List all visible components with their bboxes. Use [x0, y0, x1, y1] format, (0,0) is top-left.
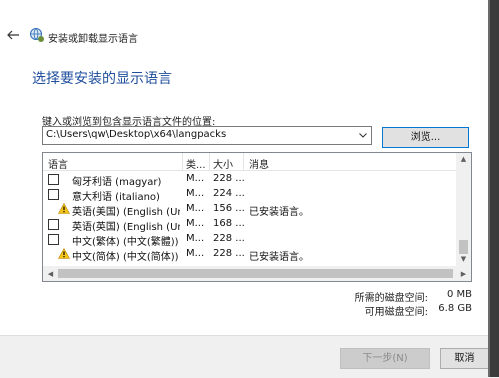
- vertical-scroll-thumb[interactable]: [459, 240, 468, 254]
- scroll-down-icon[interactable]: ▼: [456, 253, 471, 265]
- row-language: 匈牙利语 (magyar): [72, 177, 162, 188]
- language-list[interactable]: 语言 类... 大小 消息 匈牙利语 (magyar) M... 228 ...…: [42, 152, 472, 282]
- row-size: 228 ...: [213, 173, 245, 184]
- globe-language-icon: [29, 27, 45, 43]
- row-language: 英语(美国) (English (Un...: [72, 207, 180, 218]
- scroll-up-icon[interactable]: ▲: [456, 153, 471, 165]
- row-size: 224 ...: [213, 188, 245, 199]
- back-arrow-icon[interactable]: [6, 28, 22, 44]
- row-checkbox[interactable]: [48, 219, 59, 230]
- row-type: M...: [186, 218, 205, 229]
- scroll-left-icon[interactable]: ◀: [43, 268, 58, 280]
- list-header: 语言 类... 大小 消息: [43, 153, 456, 171]
- available-space-label: 可用磁盘空间:: [364, 307, 428, 318]
- list-item[interactable]: 中文(简体) (中文(简体)) M... 228 ... 已安装语言。: [43, 247, 456, 263]
- list-item[interactable]: 匈牙利语 (magyar) M... 228 ...: [43, 172, 456, 188]
- column-divider[interactable]: [209, 153, 210, 170]
- row-language: 意大利语 (italiano): [72, 192, 160, 203]
- page-title: 选择要安装的显示语言: [32, 71, 172, 87]
- column-size[interactable]: 大小: [213, 156, 233, 171]
- row-checkbox[interactable]: [48, 189, 59, 200]
- row-message: 已安装语言。: [249, 252, 309, 263]
- available-space-value: 6.8 GB: [438, 303, 472, 314]
- required-space-label: 所需的磁盘空间:: [354, 293, 428, 304]
- row-size: 156 ...: [213, 203, 245, 214]
- required-space-value: 0 MB: [446, 289, 472, 300]
- vertical-scrollbar[interactable]: ▲ ▼: [456, 153, 471, 266]
- row-checkbox[interactable]: [48, 174, 59, 185]
- horizontal-scrollbar[interactable]: ◀ ▶: [43, 266, 471, 281]
- next-button[interactable]: 下一步(N): [340, 348, 430, 369]
- list-item[interactable]: 英语(美国) (English (Un... M... 156 ... 已安装语…: [43, 202, 456, 218]
- row-type: M...: [186, 203, 205, 214]
- browse-button[interactable]: 浏览...: [382, 127, 469, 148]
- row-language: 英语(英国) (English (Un...: [72, 222, 180, 233]
- list-item[interactable]: 意大利语 (italiano) M... 224 ...: [43, 187, 456, 203]
- horizontal-scroll-thumb[interactable]: [58, 269, 453, 278]
- row-type: M...: [186, 248, 205, 259]
- window-edge-shadow: [490, 0, 499, 377]
- row-checkbox[interactable]: [48, 234, 59, 245]
- row-type: M...: [186, 233, 205, 244]
- chevron-down-icon[interactable]: [355, 127, 371, 144]
- window-title: 安装或卸载显示语言: [48, 34, 138, 45]
- row-type: M...: [186, 188, 205, 199]
- title-bar: 安装或卸载显示语言: [0, 0, 499, 60]
- row-size: 228 ...: [213, 233, 245, 244]
- column-message[interactable]: 消息: [249, 156, 269, 171]
- path-input-value[interactable]: C:\Users\qw\Desktop\x64\langpacks: [46, 129, 226, 140]
- row-language: 中文(简体) (中文(简体)): [72, 252, 179, 263]
- scroll-right-icon[interactable]: ▶: [456, 268, 471, 280]
- row-message: 已安装语言。: [249, 207, 309, 218]
- row-language: 中文(繁体) (中文(繁體)): [72, 237, 179, 248]
- column-type[interactable]: 类...: [186, 156, 206, 171]
- column-divider[interactable]: [243, 153, 244, 170]
- warning-icon: [57, 202, 71, 214]
- cancel-button[interactable]: 取消: [440, 348, 489, 369]
- column-divider[interactable]: [182, 153, 183, 170]
- list-item[interactable]: 英语(英国) (English (Un... M... 168 ...: [43, 217, 456, 233]
- row-type: M...: [186, 173, 205, 184]
- row-size: 168 ...: [213, 218, 245, 229]
- column-language[interactable]: 语言: [48, 156, 68, 171]
- warning-icon: [57, 247, 71, 259]
- path-input[interactable]: C:\Users\qw\Desktop\x64\langpacks: [42, 126, 372, 145]
- row-size: 228 ...: [213, 248, 245, 259]
- list-item[interactable]: 中文(繁体) (中文(繁體)) M... 228 ...: [43, 232, 456, 248]
